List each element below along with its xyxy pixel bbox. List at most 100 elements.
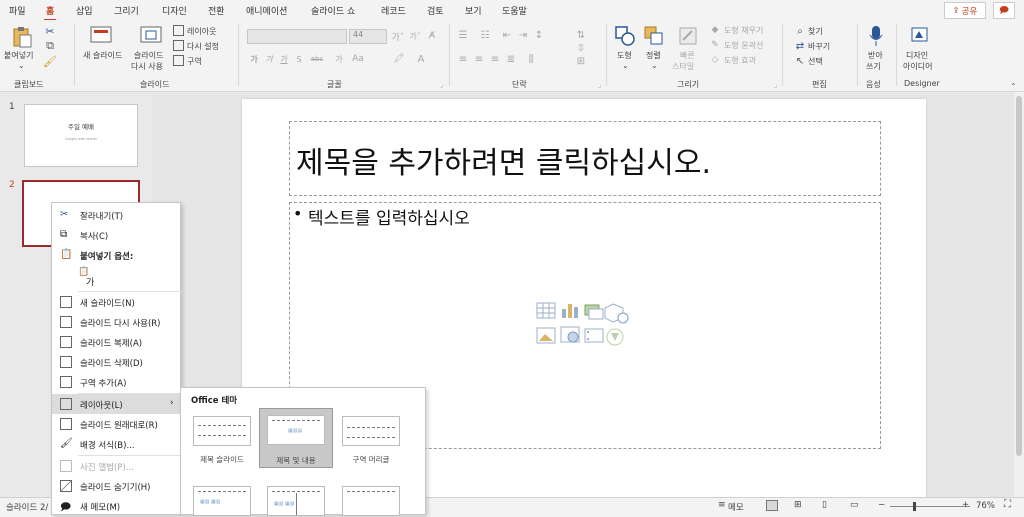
shrink-font-icon[interactable]: 가ˇ bbox=[408, 30, 422, 42]
slide-sorter-icon[interactable]: ⊞ bbox=[794, 500, 802, 510]
tab-animations[interactable]: 애니메이션 bbox=[246, 4, 287, 17]
zoom-out-icon[interactable]: − bbox=[878, 500, 885, 510]
paste-keep-formatting-button[interactable]: 📋 가 bbox=[78, 267, 96, 288]
font-dialog-launcher-icon[interactable]: ⌟ bbox=[440, 81, 443, 89]
tab-home[interactable]: 홈 bbox=[43, 4, 57, 21]
tab-help[interactable]: 도움말 bbox=[502, 4, 527, 17]
line-spacing-icon[interactable]: ↕ bbox=[532, 29, 546, 41]
format-painter-icon[interactable]: 🖌 bbox=[43, 55, 57, 68]
quick-styles-button[interactable]: 빠른 bbox=[680, 50, 695, 61]
menu-item-format-background[interactable]: 🖌 배경 서식(B)... bbox=[52, 434, 181, 454]
decrease-indent-icon[interactable]: ⇤ bbox=[500, 29, 514, 41]
layout-title-and-content[interactable]: ▦▥▤ 제목 및 내용 bbox=[259, 408, 333, 468]
insert-chart-icon[interactable] bbox=[562, 304, 578, 318]
columns-icon[interactable]: ⫼ bbox=[524, 53, 538, 65]
layout-button[interactable]: 레이아웃 bbox=[187, 26, 216, 37]
insert-smartart-icon[interactable] bbox=[584, 304, 604, 320]
menu-item-new-comment[interactable]: 🗩 새 메모(M) bbox=[52, 496, 181, 516]
insert-online-picture-icon[interactable] bbox=[560, 326, 580, 343]
reading-view-icon[interactable]: ▯ bbox=[822, 500, 827, 510]
menu-item-copy[interactable]: ⧉ 복사(C) bbox=[52, 225, 181, 245]
font-name-combo[interactable] bbox=[247, 29, 347, 44]
insert-table-icon[interactable] bbox=[536, 302, 556, 319]
increase-indent-icon[interactable]: ⇥ bbox=[516, 29, 530, 41]
align-text-icon[interactable]: ⇳ bbox=[574, 42, 588, 54]
align-center-icon[interactable]: ≡ bbox=[472, 53, 486, 65]
insert-icons-icon[interactable] bbox=[606, 328, 624, 346]
zoom-in-icon[interactable]: + bbox=[962, 500, 969, 510]
comments-button[interactable]: 🗩 bbox=[993, 2, 1015, 19]
shape-fill-button[interactable]: 도형 채우기 bbox=[724, 25, 763, 36]
bold-button[interactable]: 가 bbox=[249, 53, 259, 65]
tab-record[interactable]: 레코드 bbox=[381, 4, 406, 17]
paragraph-dialog-launcher-icon[interactable]: ⌟ bbox=[598, 81, 601, 89]
menu-item-reuse-slides[interactable]: 슬라이드 다시 사용(R) bbox=[52, 312, 181, 332]
change-case-icon[interactable]: Aa bbox=[352, 53, 364, 65]
tab-slideshow[interactable]: 슬라이드 쇼 bbox=[311, 4, 355, 17]
menu-item-reset-slide[interactable]: 슬라이드 원래대로(R) bbox=[52, 414, 181, 434]
reset-button[interactable]: 다시 설정 bbox=[187, 41, 219, 52]
tab-view[interactable]: 보기 bbox=[465, 4, 482, 17]
shapes-chevron-icon[interactable]: ⌄ bbox=[622, 61, 629, 70]
font-color-icon[interactable]: A bbox=[414, 53, 428, 65]
layout-comparison[interactable]: ▦▥ ▦▥ bbox=[260, 480, 332, 516]
find-button[interactable]: 찾기 bbox=[808, 26, 823, 37]
menu-item-new-slide[interactable]: 새 슬라이드(N) bbox=[52, 292, 181, 312]
menu-item-duplicate-slide[interactable]: 슬라이드 복제(A) bbox=[52, 332, 181, 352]
menu-item-delete-slide[interactable]: 슬라이드 삭제(D) bbox=[52, 352, 181, 372]
design-ideas-button[interactable]: 디자인 bbox=[906, 50, 928, 61]
menu-item-layout[interactable]: 레이아웃(L) › bbox=[52, 394, 181, 414]
tab-transitions[interactable]: 전환 bbox=[208, 4, 225, 17]
section-button[interactable]: 구역 bbox=[187, 56, 202, 67]
vertical-scrollbar-thumb[interactable] bbox=[1016, 96, 1022, 456]
select-button[interactable]: 선택 bbox=[808, 56, 823, 67]
shape-effects-button[interactable]: 도형 효과 bbox=[724, 55, 756, 66]
normal-view-icon[interactable] bbox=[766, 500, 778, 511]
highlight-icon[interactable]: 🖍 bbox=[392, 53, 406, 65]
italic-button[interactable]: 가 bbox=[264, 53, 274, 65]
replace-button[interactable]: 바꾸기 bbox=[808, 41, 830, 52]
tab-design[interactable]: 디자인 bbox=[162, 4, 187, 17]
align-left-icon[interactable]: ≡ bbox=[456, 53, 470, 65]
collapse-ribbon-chevron-icon[interactable]: ⌃ bbox=[1010, 82, 1017, 91]
new-slide-button[interactable]: 새 슬라이드 bbox=[83, 50, 122, 61]
menu-item-hide-slide[interactable]: 슬라이드 숨기기(H) bbox=[52, 476, 181, 496]
layout-title-slide[interactable]: 제목 슬라이드 bbox=[186, 410, 258, 466]
smartart-icon[interactable]: ⊞ bbox=[574, 55, 588, 67]
tab-draw[interactable]: 그리기 bbox=[114, 4, 139, 17]
arrange-chevron-icon[interactable]: ⌄ bbox=[651, 61, 658, 70]
slide-thumbnail-1[interactable]: 주일 예배 Insight with words bbox=[24, 104, 138, 167]
arrange-button[interactable]: 정렬 bbox=[646, 50, 661, 61]
tab-file[interactable]: 파일 bbox=[9, 4, 26, 17]
spacing-button[interactable]: 가 bbox=[332, 53, 346, 65]
layout-section-header[interactable]: 구역 머리글 bbox=[335, 410, 407, 466]
shape-outline-button[interactable]: 도형 윤곽선 bbox=[724, 40, 763, 51]
zoom-level[interactable]: 76% bbox=[976, 501, 995, 511]
zoom-slider-thumb[interactable] bbox=[913, 502, 916, 511]
align-right-icon[interactable]: ≡ bbox=[488, 53, 502, 65]
zoom-slider[interactable] bbox=[890, 506, 970, 507]
clear-format-icon[interactable]: A̸ bbox=[426, 30, 438, 42]
fit-slide-icon[interactable]: ⛶ bbox=[1004, 499, 1011, 510]
paste-button[interactable]: 붙여넣기 bbox=[4, 50, 33, 61]
insert-3d-model-icon[interactable] bbox=[604, 303, 629, 324]
shapes-button[interactable]: 도형 bbox=[617, 50, 632, 61]
shadow-button[interactable]: S bbox=[294, 53, 304, 65]
insert-video-icon[interactable] bbox=[584, 328, 604, 343]
menu-item-cut[interactable]: ✂ 잘라내기(T) bbox=[52, 205, 181, 225]
text-direction-icon[interactable]: ⇅ bbox=[574, 29, 588, 41]
grow-font-icon[interactable]: 가ˆ bbox=[391, 30, 405, 43]
insert-picture-icon[interactable] bbox=[536, 327, 556, 344]
notes-button[interactable]: 메모 bbox=[728, 501, 744, 513]
menu-item-add-section[interactable]: 구역 추가(A) bbox=[52, 372, 181, 392]
underline-button[interactable]: 가 bbox=[279, 53, 289, 65]
copy-icon[interactable]: ⧉ bbox=[44, 39, 56, 52]
paste-dropdown-chevron-icon[interactable]: ⌄ bbox=[18, 61, 25, 70]
font-size-combo[interactable]: 44 bbox=[349, 29, 387, 44]
layout-two-content[interactable]: ▦▥ ▦▥ bbox=[186, 480, 258, 516]
bullets-icon[interactable]: ☰ bbox=[456, 29, 470, 41]
tab-insert[interactable]: 삽입 bbox=[76, 4, 93, 17]
numbering-icon[interactable]: ☷ bbox=[478, 29, 492, 41]
title-placeholder[interactable]: 제목을 추가하려면 클릭하십시오. bbox=[289, 121, 881, 196]
drawing-dialog-launcher-icon[interactable]: ⌟ bbox=[774, 81, 777, 89]
